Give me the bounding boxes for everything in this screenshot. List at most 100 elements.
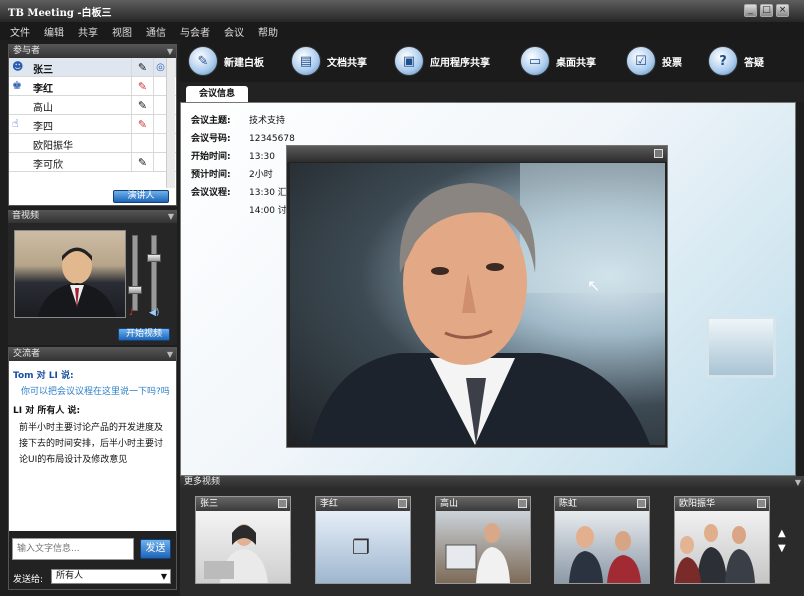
maximize-icon[interactable] [398,499,407,508]
start-video-button[interactable]: 开始视频 [118,328,170,341]
participant-name: 李红 [33,84,53,95]
info-value: 12345678 [249,134,295,144]
info-label: 开始时间: [191,152,231,162]
restore-icon[interactable] [654,149,663,158]
participant-row[interactable]: 欧阳振华 [9,134,176,153]
thumb-name: 欧阳振华 [679,499,716,509]
desktop-share-button[interactable]: ▭ 桌面共享 [520,44,596,78]
speaker-volume-slider[interactable] [147,235,161,311]
qa-button[interactable]: ? 答疑 [708,44,764,78]
chat-msg2-line: 接下去的时间安排，后半小时主要讨 [19,439,164,449]
document-share-button[interactable]: ▤ 文档共享 [291,44,367,78]
participants-title: 参与者 [13,46,41,56]
participant-row[interactable]: ♚ 李红 ✎ [9,77,176,96]
thumb-image [196,511,290,583]
new-whiteboard-button[interactable]: ✎ 新建白板 [188,44,264,78]
menu-help[interactable]: 帮助 [258,24,278,39]
menu-view[interactable]: 视图 [112,24,132,39]
pen-icon[interactable]: ✎ [131,77,153,96]
panel-menu-icon[interactable]: ▼ [167,348,173,361]
presenter-button[interactable]: 演讲人 [113,190,169,203]
participants-scrollbar[interactable] [166,58,175,188]
info-label: 会议议程: [191,188,231,198]
av-header: 音视频 ▼ [8,210,177,223]
camera-icon[interactable]: ◎ [153,58,167,77]
thumb-name: 李红 [320,499,339,509]
maximize-icon[interactable] [757,499,766,508]
menu-file[interactable]: 文件 [10,24,30,39]
scroll-up-icon[interactable]: ▲ [778,528,786,539]
tool-label: 文档共享 [327,57,367,69]
chat-msg2-header: LI 对 所有人 说: [13,405,80,418]
pen-icon[interactable]: ✎ [131,115,153,134]
video-thumb[interactable]: 张三 [195,496,291,584]
video-window[interactable]: ↖ [286,145,668,448]
menu-meeting[interactable]: 会议 [224,24,244,39]
vote-button[interactable]: ☑ 投票 [626,44,682,78]
pen-icon[interactable]: ✎ [131,96,153,115]
thumb-name: 高山 [440,499,459,509]
maximize-icon[interactable] [518,499,527,508]
chat-title: 交流者 [13,349,41,359]
panel-menu-icon[interactable]: ▼ [795,476,801,489]
video-window-titlebar[interactable] [287,146,667,162]
tab-meeting-info[interactable]: 会议信息 [186,86,248,102]
info-label: 预计时间: [191,170,231,180]
window-titlebar[interactable]: TB Meeting -白板三 [0,0,804,22]
info-label: 会议号码: [191,134,231,144]
panel-menu-icon[interactable]: ▼ [167,45,173,58]
send-to-value: 所有人 [56,571,84,581]
self-video-image [37,247,117,317]
chat-sender: Tom [13,371,34,381]
video-thumb[interactable]: 欧阳振华 [674,496,770,584]
chevron-down-icon: ▼ [160,572,167,581]
no-video-placeholder: ❐ [316,511,410,583]
more-videos-panel: 更多视频 ▼ 张三 李红 ❐ 高山 陈虹 欧阳振华 ▲ ▼ [180,476,804,596]
question-icon: ? [708,46,738,76]
mic-volume-slider[interactable] [128,235,142,311]
pen-icon[interactable]: ✎ [131,153,153,172]
maximize-icon[interactable]: □ [760,4,773,17]
menu-share[interactable]: 共享 [78,24,98,39]
video-thumb-header: 陈虹 [555,497,649,511]
video-thumb[interactable]: 高山 [435,496,531,584]
pen-icon[interactable]: ✎ [131,58,153,77]
desktop-icon: ▭ [520,46,550,76]
participant-row[interactable]: 高山 ✎ [9,96,176,115]
menu-edit[interactable]: 编辑 [44,24,64,39]
speaker-portrait [310,163,665,445]
thumb-name: 张三 [200,499,219,509]
more-videos-title: 更多视频 [184,477,221,487]
mic-icon[interactable]: ♪ [129,308,135,318]
info-agenda: 会议议程: 13:30 汇报 [191,185,296,198]
maximize-icon[interactable] [637,499,646,508]
menu-attendees[interactable]: 与会者 [180,24,210,39]
participant-name: 李可欣 [33,160,63,171]
send-to-select[interactable]: 所有人 ▼ [51,569,171,584]
participant-row[interactable]: ☻ 张三 ✎ ◎ [9,58,176,77]
chat-input[interactable] [12,538,134,560]
document-icon: ▤ [291,46,321,76]
app-share-button[interactable]: ▣ 应用程序共享 [394,44,490,78]
empty-cell [153,77,167,96]
maximize-icon[interactable] [278,499,287,508]
chat-msg1-header: Tom 对 LI 说: [13,370,74,383]
presenter-icon: ☻ [12,60,24,73]
vote-icon: ☑ [626,46,656,76]
cursor-icon: ↖ [587,276,601,295]
participant-name: 高山 [33,103,53,114]
scroll-down-icon[interactable]: ▼ [778,543,786,554]
self-video [14,230,126,318]
participant-name: 欧阳振华 [33,141,73,152]
participant-row[interactable]: 李可欣 ✎ [9,153,176,172]
close-icon[interactable]: × [776,4,789,17]
video-thumb[interactable]: 陈虹 [554,496,650,584]
video-thumb[interactable]: 李红 ❐ [315,496,411,584]
minimize-icon[interactable]: _ [744,4,757,17]
send-button[interactable]: 发送 [140,539,171,559]
menu-comm[interactable]: 通信 [146,24,166,39]
send-to-label: 发送给: [13,575,44,585]
panel-menu-icon[interactable]: ▼ [168,210,174,223]
speaker-icon[interactable]: ◀) [149,308,159,318]
participant-row[interactable]: ☝ 李四 ✎ [9,115,176,134]
